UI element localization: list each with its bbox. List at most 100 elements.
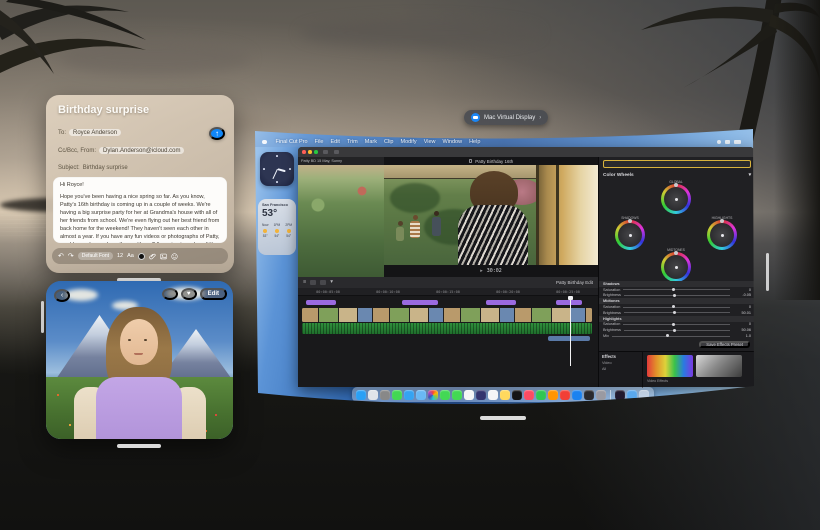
weather-widget[interactable]: San Francisco 53° Now 53° 1PM 54° bbox=[258, 199, 296, 255]
menu-bar-item[interactable]: View bbox=[424, 139, 436, 145]
connected-clip[interactable] bbox=[548, 336, 590, 341]
mail-from-row[interactable]: Cc/Bcc, From: Dylan.Anderson@icloud.com bbox=[58, 147, 208, 154]
menu-bar-item[interactable]: Mark bbox=[365, 139, 377, 145]
mac-display-drag-bar[interactable] bbox=[480, 416, 526, 420]
dock-app-icon[interactable] bbox=[452, 390, 462, 400]
slider-track[interactable] bbox=[623, 307, 730, 308]
slider-track[interactable] bbox=[624, 312, 730, 313]
audio-clip-track[interactable] bbox=[302, 323, 592, 334]
control-center-icon[interactable] bbox=[717, 140, 721, 144]
dock-app-icon[interactable] bbox=[536, 390, 546, 400]
text-color-button[interactable] bbox=[138, 253, 145, 260]
dock-app-icon[interactable] bbox=[356, 390, 366, 400]
effect-thumbnail-mono[interactable] bbox=[696, 355, 742, 377]
browser-clip-thumbnail[interactable] bbox=[298, 165, 384, 277]
title-clip[interactable] bbox=[402, 300, 438, 305]
dock-app-icon[interactable] bbox=[392, 390, 402, 400]
tool-button[interactable] bbox=[320, 280, 326, 285]
color-wheels-header[interactable]: Color Wheels ▾ bbox=[603, 171, 751, 179]
mail-body-editor[interactable]: Hi Royce! Hope you've been having a nice… bbox=[53, 177, 227, 243]
timeline-tracks[interactable] bbox=[298, 296, 598, 387]
dock-app-icon[interactable] bbox=[584, 390, 594, 400]
dock-app-icon[interactable] bbox=[476, 390, 486, 400]
menu-bar-item[interactable]: Modify bbox=[400, 139, 416, 145]
clock-widget[interactable] bbox=[260, 152, 294, 186]
color-correction-name-field[interactable] bbox=[603, 160, 751, 168]
slider-track[interactable] bbox=[612, 336, 730, 337]
timeline-playhead[interactable] bbox=[570, 296, 571, 366]
effects-category-item[interactable]: All bbox=[602, 367, 639, 371]
from-address-chip[interactable]: Dylan.Anderson@icloud.com bbox=[99, 147, 184, 154]
dock-app-icon[interactable] bbox=[500, 390, 510, 400]
dock-app-icon[interactable] bbox=[428, 390, 438, 400]
dock-app-icon[interactable] bbox=[368, 390, 378, 400]
slider-track[interactable] bbox=[623, 324, 730, 325]
mac-virtual-display-screen[interactable]: Final Cut ProFileEditTrimMarkClipModifyV… bbox=[252, 121, 755, 420]
share-button[interactable] bbox=[162, 288, 178, 300]
undo-button[interactable]: ↶ bbox=[58, 253, 64, 260]
insert-photo-button[interactable] bbox=[160, 253, 167, 260]
back-button[interactable]: ‹ bbox=[54, 289, 70, 302]
text-style-button[interactable]: Aa bbox=[127, 253, 134, 259]
menu-bar-item[interactable]: Trim bbox=[347, 139, 358, 145]
fcp-title-bar[interactable] bbox=[298, 147, 754, 157]
slider-track[interactable] bbox=[624, 295, 730, 296]
redo-button[interactable]: ↷ bbox=[68, 253, 74, 260]
mac-display-side-handle[interactable] bbox=[766, 253, 769, 291]
zoom-window-button[interactable] bbox=[314, 150, 318, 154]
title-clip[interactable] bbox=[556, 300, 582, 305]
dock-app-icon[interactable] bbox=[548, 390, 558, 400]
dock-app-icon[interactable] bbox=[560, 390, 570, 400]
photos-window-drag-bar[interactable] bbox=[117, 444, 161, 448]
font-picker-button[interactable]: Default Font bbox=[78, 252, 113, 260]
viewer-video-frame[interactable] bbox=[384, 165, 598, 265]
wifi-icon[interactable] bbox=[725, 140, 730, 144]
dock-app-icon[interactable] bbox=[524, 390, 534, 400]
mac-virtual-display-pill[interactable]: Mac Virtual Display › bbox=[464, 110, 548, 125]
index-button[interactable]: ≡ bbox=[303, 280, 306, 286]
menu-bar-item[interactable]: Window bbox=[443, 139, 463, 145]
shadows-color-wheel[interactable] bbox=[615, 220, 645, 250]
dock-app-icon[interactable] bbox=[488, 390, 498, 400]
dock-app-icon[interactable] bbox=[464, 390, 474, 400]
font-size-button[interactable]: 12 bbox=[117, 253, 123, 259]
apple-menu-icon[interactable] bbox=[262, 140, 267, 145]
attachment-button[interactable] bbox=[149, 253, 156, 260]
highlights-color-wheel[interactable] bbox=[707, 220, 737, 250]
fcp-browser-pane[interactable]: Patty BD 15 May, Sunny bbox=[298, 157, 384, 277]
timeline-ruler[interactable]: 00:00:05:0000:00:10:0000:00:15:0000:00:2… bbox=[298, 288, 598, 296]
sidebar-toggle-button[interactable] bbox=[323, 150, 328, 154]
tool-button[interactable] bbox=[310, 280, 316, 285]
title-clip[interactable] bbox=[306, 300, 336, 305]
menu-bar-item[interactable]: Help bbox=[469, 139, 480, 145]
menu-bar-item[interactable]: File bbox=[315, 139, 324, 145]
title-clip[interactable] bbox=[486, 300, 516, 305]
emoji-button[interactable] bbox=[171, 253, 178, 260]
dock-app-icon[interactable] bbox=[440, 390, 450, 400]
edit-button[interactable]: Edit bbox=[200, 288, 227, 300]
send-button[interactable]: ↑ bbox=[209, 127, 225, 140]
color-slider-row[interactable]: Mix 1.0 bbox=[599, 333, 755, 339]
photos-window-side-handle[interactable] bbox=[41, 301, 44, 333]
dock-app-icon[interactable] bbox=[615, 390, 625, 400]
effects-category-item[interactable]: Video bbox=[602, 361, 639, 365]
tools-dropdown-icon[interactable]: ▾ bbox=[330, 280, 333, 286]
video-clip-filmstrip[interactable] bbox=[302, 308, 592, 322]
minimize-window-button[interactable] bbox=[308, 150, 312, 154]
dock-app-icon[interactable] bbox=[596, 390, 606, 400]
menu-bar-item[interactable]: Clip bbox=[384, 139, 393, 145]
effect-thumbnail-color[interactable] bbox=[647, 355, 693, 377]
close-window-button[interactable] bbox=[302, 150, 306, 154]
global-color-wheel[interactable] bbox=[661, 184, 691, 214]
midtones-color-wheel[interactable] bbox=[661, 252, 691, 282]
dock-app-icon[interactable] bbox=[380, 390, 390, 400]
dock-app-icon[interactable] bbox=[572, 390, 582, 400]
to-recipient-chip[interactable]: Royce Anderson bbox=[69, 129, 121, 136]
mail-to-row[interactable]: To: Royce Anderson bbox=[58, 129, 208, 136]
browser-toggle-button[interactable] bbox=[334, 150, 339, 154]
menu-bar-item[interactable]: Final Cut Pro bbox=[276, 139, 308, 145]
favorite-button[interactable]: ♥ bbox=[181, 288, 197, 300]
mail-subject-row[interactable]: Subject: Birthday surprise bbox=[58, 165, 208, 171]
dock-app-icon[interactable] bbox=[416, 390, 426, 400]
slider-track[interactable] bbox=[623, 289, 730, 290]
